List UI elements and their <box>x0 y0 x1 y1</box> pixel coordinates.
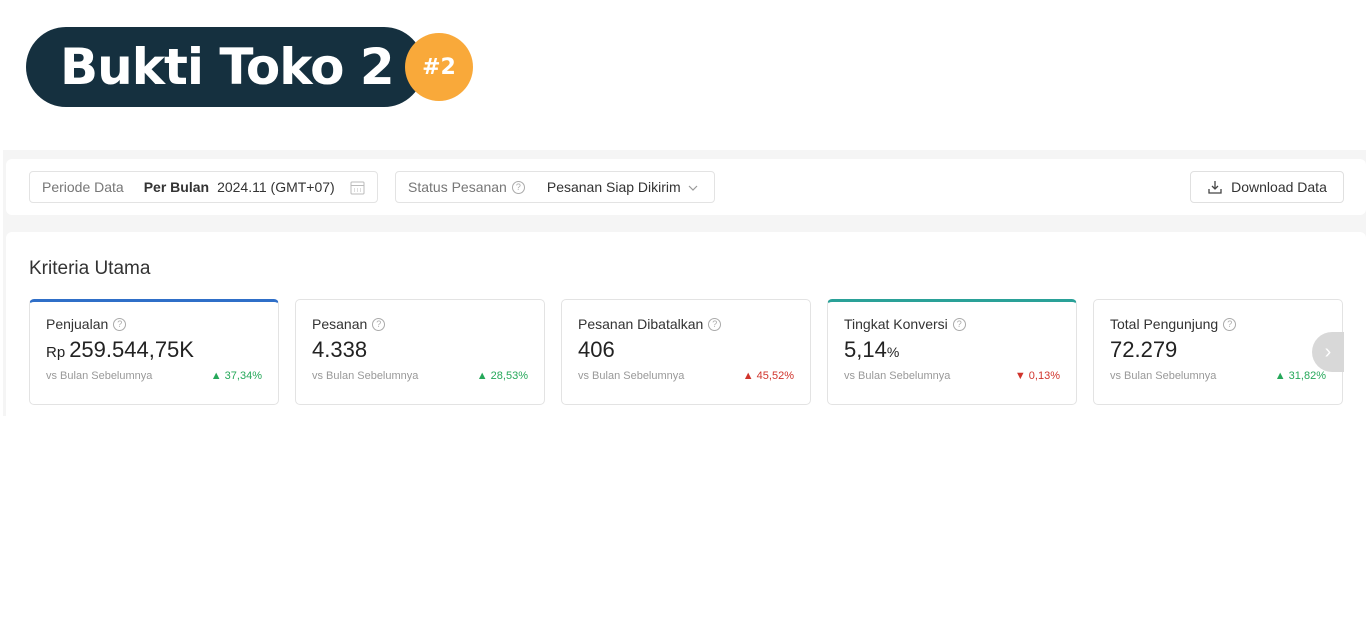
metric-title: Pesanan <box>312 316 368 332</box>
metric-card-orders[interactable]: Pesanan? 4.338 vs Bulan Sebelumnya ▲ 28,5… <box>295 299 545 405</box>
metric-value: 5,14 <box>844 337 887 362</box>
metric-card-sales[interactable]: Penjualan? Rp 259.544,75K vs Bulan Sebelu… <box>29 299 279 405</box>
metric-compare: vs Bulan Sebelumnya <box>1110 370 1217 382</box>
calendar-icon <box>350 181 365 195</box>
metric-value: 259.544,75K <box>69 337 194 362</box>
metric-card-cancelled-orders[interactable]: Pesanan Dibatalkan? 406 vs Bulan Sebelum… <box>561 299 811 405</box>
help-icon[interactable]: ? <box>708 317 722 331</box>
download-icon <box>1208 181 1222 194</box>
help-icon[interactable]: ? <box>1223 317 1237 331</box>
metric-change: ▼ 0,13% <box>1014 370 1060 382</box>
banner-number-badge: #2 <box>405 33 473 101</box>
metric-card-visitors[interactable]: Total Pengunjung? 72.279 vs Bulan Sebelu… <box>1093 299 1343 405</box>
period-value: 2024.11 (GMT+07) <box>217 179 335 195</box>
metric-value: 406 <box>578 337 615 362</box>
period-label: Periode Data <box>42 179 124 195</box>
metric-title: Penjualan <box>46 316 109 332</box>
help-icon[interactable]: ? <box>113 317 127 331</box>
metric-title: Pesanan Dibatalkan <box>578 316 704 332</box>
download-data-button[interactable]: Download Data <box>1190 171 1344 203</box>
banner-number-text: #2 <box>422 54 456 80</box>
metric-compare: vs Bulan Sebelumnya <box>46 370 153 382</box>
period-picker[interactable]: Periode Data Per Bulan 2024.11 (GMT+07) <box>29 171 378 203</box>
metric-change: ▲ 45,52% <box>742 370 794 382</box>
help-icon[interactable]: ? <box>511 180 525 194</box>
metric-compare: vs Bulan Sebelumnya <box>578 370 685 382</box>
metric-change: ▲ 31,82% <box>1274 370 1326 382</box>
metric-title: Total Pengunjung <box>1110 316 1219 332</box>
help-icon[interactable]: ? <box>372 317 386 331</box>
carousel-next-button[interactable]: › <box>1312 332 1344 372</box>
metric-value: 72.279 <box>1110 337 1178 362</box>
metric-prefix: Rp <box>46 344 66 361</box>
period-type: Per Bulan <box>143 179 210 195</box>
status-value: Pesanan Siap Dikirim <box>546 179 681 195</box>
metric-title: Tingkat Konversi <box>844 316 948 332</box>
status-label: Status Pesanan <box>408 179 507 195</box>
order-status-select[interactable]: Status Pesanan ? Pesanan Siap Dikirim <box>395 171 715 203</box>
metric-suffix: % <box>886 344 900 360</box>
metric-card-conversion-rate[interactable]: Tingkat Konversi? 5,14% vs Bulan Sebelum… <box>827 299 1077 405</box>
download-label: Download Data <box>1231 179 1327 195</box>
metric-compare: vs Bulan Sebelumnya <box>844 370 951 382</box>
banner-title: Bukti Toko 2 <box>26 27 424 107</box>
help-icon[interactable]: ? <box>952 317 966 331</box>
metric-change: ▲ 37,34% <box>210 370 262 382</box>
chevron-right-icon: › <box>1324 340 1332 363</box>
metric-compare: vs Bulan Sebelumnya <box>312 370 419 382</box>
banner-title-text: Bukti Toko 2 <box>60 38 395 96</box>
chevron-down-icon <box>688 185 698 191</box>
metric-value: 4.338 <box>312 337 368 362</box>
metric-change: ▲ 28,53% <box>476 370 528 382</box>
status-label-wrap: Status Pesanan ? <box>408 179 525 195</box>
section-title: Kriteria Utama <box>29 258 151 279</box>
